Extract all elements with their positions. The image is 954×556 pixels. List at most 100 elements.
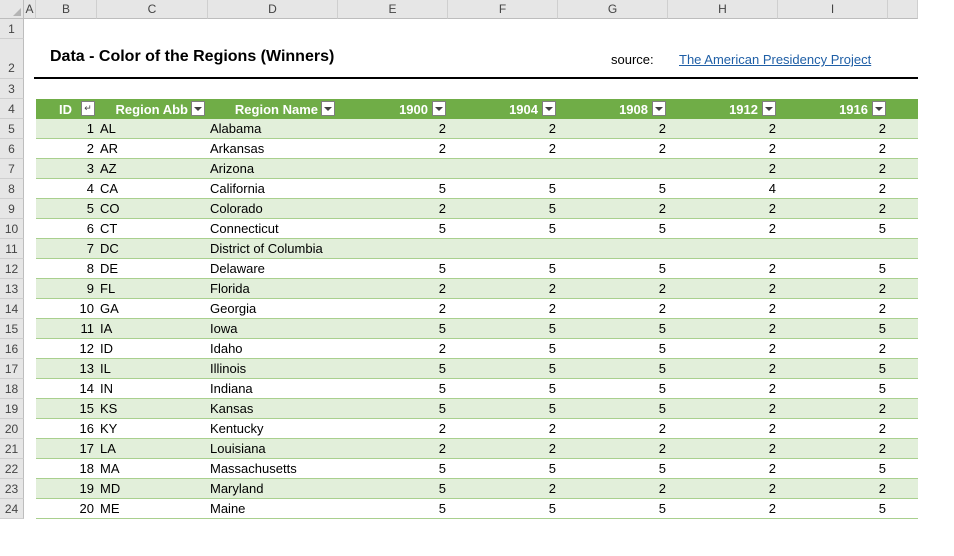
cell-y1904[interactable]: 5: [448, 339, 558, 358]
cell-id[interactable]: 18: [36, 459, 96, 478]
row-header-21[interactable]: 21: [0, 439, 24, 459]
filter-button-id[interactable]: ↵: [81, 101, 95, 116]
cell-y1908[interactable]: 2: [558, 199, 668, 218]
cell-y1916[interactable]: 2: [778, 159, 888, 178]
cell-id[interactable]: 15: [36, 399, 96, 418]
filter-button-1904[interactable]: [542, 101, 556, 116]
cell-y1916[interactable]: 2: [778, 419, 888, 438]
cell-y1912[interactable]: 2: [668, 399, 778, 418]
cell-region-abb[interactable]: MD: [98, 479, 208, 498]
cell-y1904[interactable]: 5: [448, 319, 558, 338]
cell-y1912[interactable]: 2: [668, 339, 778, 358]
cell-y1916[interactable]: 2: [778, 399, 888, 418]
row-header-14[interactable]: 14: [0, 299, 24, 319]
cell-region-name[interactable]: Massachusetts: [208, 459, 338, 478]
cell-y1916[interactable]: 2: [778, 139, 888, 158]
cell-id[interactable]: 2: [36, 139, 96, 158]
cell-y1916[interactable]: 2: [778, 439, 888, 458]
cell-y1912[interactable]: 2: [668, 359, 778, 378]
cell-y1908[interactable]: 5: [558, 499, 668, 518]
cell-region-abb[interactable]: CO: [98, 199, 208, 218]
cell-region-name[interactable]: Alabama: [208, 119, 338, 138]
cell-y1904[interactable]: [448, 159, 558, 178]
cell-id[interactable]: 7: [36, 239, 96, 258]
cell-region-name[interactable]: Arizona: [208, 159, 338, 178]
cell-region-name[interactable]: Colorado: [208, 199, 338, 218]
cell-y1912[interactable]: 2: [668, 259, 778, 278]
cell-id[interactable]: 20: [36, 499, 96, 518]
cell-y1900[interactable]: 2: [338, 419, 448, 438]
cell-y1916[interactable]: 2: [778, 299, 888, 318]
cell-y1908[interactable]: 2: [558, 419, 668, 438]
row-header-23[interactable]: 23: [0, 479, 24, 499]
row-header-12[interactable]: 12: [0, 259, 24, 279]
row-header-1[interactable]: 1: [0, 19, 24, 39]
cell-y1900[interactable]: 5: [338, 379, 448, 398]
cell-y1900[interactable]: 5: [338, 319, 448, 338]
cell-y1900[interactable]: 2: [338, 139, 448, 158]
cell-y1900[interactable]: 2: [338, 299, 448, 318]
cell-region-name[interactable]: Connecticut: [208, 219, 338, 238]
cell-y1908[interactable]: 5: [558, 379, 668, 398]
row-header-9[interactable]: 9: [0, 199, 24, 219]
cell-y1908[interactable]: [558, 239, 668, 258]
cell-y1904[interactable]: 5: [448, 499, 558, 518]
cell-y1908[interactable]: 2: [558, 119, 668, 138]
cell-y1900[interactable]: 5: [338, 459, 448, 478]
cell-region-name[interactable]: Idaho: [208, 339, 338, 358]
cell-region-abb[interactable]: AL: [98, 119, 208, 138]
cell-y1900[interactable]: 2: [338, 439, 448, 458]
row-header-7[interactable]: 7: [0, 159, 24, 179]
row-header-19[interactable]: 19: [0, 399, 24, 419]
cell-y1900[interactable]: 2: [338, 279, 448, 298]
cell-y1904[interactable]: 2: [448, 419, 558, 438]
column-header-a[interactable]: A: [24, 0, 36, 19]
cell-region-name[interactable]: Maine: [208, 499, 338, 518]
cell-region-abb[interactable]: IA: [98, 319, 208, 338]
cell-y1904[interactable]: 2: [448, 119, 558, 138]
row-header-6[interactable]: 6: [0, 139, 24, 159]
cell-y1916[interactable]: 2: [778, 479, 888, 498]
cell-region-abb[interactable]: ME: [98, 499, 208, 518]
cell-y1908[interactable]: 5: [558, 399, 668, 418]
cell-y1912[interactable]: 2: [668, 299, 778, 318]
cell-y1908[interactable]: 5: [558, 359, 668, 378]
cell-y1912[interactable]: 2: [668, 279, 778, 298]
cell-y1904[interactable]: 2: [448, 139, 558, 158]
cell-y1908[interactable]: 2: [558, 279, 668, 298]
cell-y1912[interactable]: 2: [668, 439, 778, 458]
cell-y1916[interactable]: 5: [778, 359, 888, 378]
cell-region-abb[interactable]: IN: [98, 379, 208, 398]
cell-region-name[interactable]: District of Columbia: [208, 239, 338, 258]
cell-region-name[interactable]: Georgia: [208, 299, 338, 318]
cell-y1900[interactable]: 5: [338, 499, 448, 518]
cell-y1912[interactable]: 2: [668, 419, 778, 438]
cell-y1900[interactable]: 5: [338, 179, 448, 198]
cell-region-abb[interactable]: CA: [98, 179, 208, 198]
cell-y1912[interactable]: 2: [668, 499, 778, 518]
cell-y1912[interactable]: 2: [668, 219, 778, 238]
cell-y1916[interactable]: 2: [778, 199, 888, 218]
cell-region-name[interactable]: Maryland: [208, 479, 338, 498]
row-header-17[interactable]: 17: [0, 359, 24, 379]
cell-y1900[interactable]: 5: [338, 359, 448, 378]
cell-region-abb[interactable]: AZ: [98, 159, 208, 178]
cell-region-abb[interactable]: CT: [98, 219, 208, 238]
cell-y1916[interactable]: 5: [778, 259, 888, 278]
cell-region-abb[interactable]: KS: [98, 399, 208, 418]
cell-y1916[interactable]: 5: [778, 319, 888, 338]
filter-button-1900[interactable]: [432, 101, 446, 116]
cell-y1916[interactable]: 5: [778, 459, 888, 478]
cell-y1916[interactable]: 2: [778, 279, 888, 298]
cell-region-name[interactable]: Florida: [208, 279, 338, 298]
cell-y1904[interactable]: 5: [448, 399, 558, 418]
row-header-10[interactable]: 10: [0, 219, 24, 239]
cell-region-name[interactable]: California: [208, 179, 338, 198]
cell-y1900[interactable]: 5: [338, 399, 448, 418]
cell-region-name[interactable]: Iowa: [208, 319, 338, 338]
cell-y1904[interactable]: 5: [448, 459, 558, 478]
cell-y1916[interactable]: 2: [778, 339, 888, 358]
cell-y1912[interactable]: 2: [668, 139, 778, 158]
cell-region-abb[interactable]: AR: [98, 139, 208, 158]
cell-id[interactable]: 14: [36, 379, 96, 398]
